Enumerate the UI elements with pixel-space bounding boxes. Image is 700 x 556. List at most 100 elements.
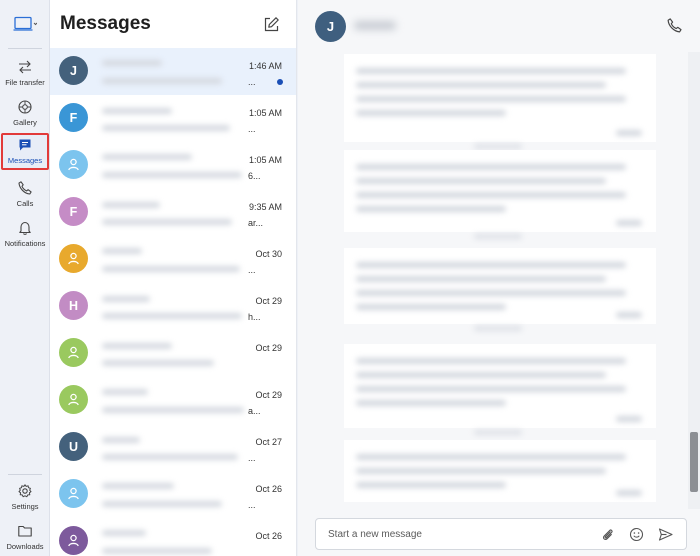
redacted-text (356, 68, 626, 74)
redacted-text (356, 386, 626, 392)
avatar (59, 479, 88, 508)
compose-icon[interactable] (263, 16, 280, 33)
person-icon (68, 487, 79, 500)
contact-preview-redacted (94, 95, 250, 142)
phone-call-icon[interactable] (666, 17, 683, 34)
redacted-text (102, 108, 172, 114)
avatar (59, 244, 88, 273)
redacted-text (356, 290, 626, 296)
redacted-text (356, 164, 626, 170)
redacted-text (356, 358, 626, 364)
conversation-item[interactable]: J 1:46 AM... (50, 48, 296, 95)
redacted-text (356, 206, 506, 212)
send-icon[interactable] (658, 527, 673, 542)
message-thread[interactable] (298, 52, 700, 509)
message-composer (315, 518, 687, 550)
nav-item-notifications[interactable]: Notifications (0, 218, 50, 258)
message-bubble[interactable] (344, 54, 656, 142)
scrollbar-track[interactable] (688, 52, 700, 509)
message-input[interactable] (316, 528, 576, 540)
conversation-snippet: a... (248, 406, 261, 416)
conversation-item[interactable]: H Oct 29 h... (50, 283, 296, 330)
avatar: J (59, 56, 88, 85)
message-bubble[interactable] (344, 440, 656, 502)
conversation-snippet: h... (248, 312, 261, 322)
bell-icon (19, 221, 31, 235)
scrollbar-thumb[interactable] (690, 432, 698, 492)
gallery-icon (18, 100, 32, 114)
conversation-item[interactable]: F 1:05 AM... (50, 95, 296, 142)
redacted-text (356, 400, 506, 406)
avatar (59, 385, 88, 414)
redacted-text (102, 266, 240, 272)
redacted-text (356, 304, 506, 310)
nav-item-calls[interactable]: Calls (0, 178, 50, 218)
conversation-item[interactable]: Oct 26 (50, 518, 296, 556)
message-bubble[interactable] (344, 150, 656, 232)
nav-item-label: Calls (16, 199, 34, 208)
redacted-text (102, 483, 174, 489)
contact-preview-redacted (94, 189, 250, 236)
attachment-icon[interactable] (600, 527, 615, 542)
conversation-item[interactable]: Oct 29 (50, 330, 296, 377)
avatar (59, 338, 88, 367)
contact-avatar[interactable]: J (315, 11, 346, 42)
redacted-timestamp (616, 416, 642, 422)
conversation-snippet: ... (248, 77, 256, 87)
folder-icon (18, 525, 32, 537)
contact-preview-redacted (94, 424, 250, 471)
contact-preview-redacted (94, 48, 250, 95)
nav-item-file-transfer[interactable]: File transfer (0, 57, 50, 97)
message-bubble[interactable] (344, 248, 656, 324)
conversation-item[interactable]: Oct 29 a... (50, 377, 296, 424)
message-bubble[interactable] (344, 344, 656, 428)
redacted-text (356, 192, 626, 198)
chat-bubble-icon (19, 139, 31, 151)
conversation-snippet: ar... (248, 218, 264, 228)
avatar (59, 150, 88, 179)
redacted-text (102, 219, 232, 225)
avatar: F (59, 103, 88, 132)
conversation-time: Oct 26 (255, 531, 282, 541)
device-selector[interactable] (0, 8, 50, 40)
nav-item-downloads[interactable]: Downloads (0, 521, 50, 556)
contact-preview-redacted (94, 283, 250, 330)
nav-item-label: Gallery (13, 118, 37, 127)
person-icon (68, 346, 79, 359)
conversation-time: Oct 29 (255, 343, 282, 353)
nav-item-messages[interactable]: Messages (1, 133, 49, 170)
conversation-item[interactable]: Oct 26... (50, 471, 296, 518)
redacted-text (102, 360, 214, 366)
arrows-swap-icon (19, 60, 31, 74)
nav-item-settings[interactable]: Settings (0, 481, 50, 521)
conversation-item[interactable]: F 9:35 AM ar... (50, 189, 296, 236)
redacted-text (356, 276, 606, 282)
rail-divider (8, 474, 42, 475)
nav-item-label: Settings (11, 502, 39, 511)
nav-item-gallery[interactable]: Gallery (0, 97, 50, 137)
contact-preview-redacted (94, 236, 250, 283)
redacted-text (102, 248, 142, 254)
redacted-text (102, 389, 148, 395)
avatar: U (59, 432, 88, 461)
conversation-time: Oct 29 (255, 390, 282, 400)
contact-preview-redacted (94, 518, 250, 556)
conversation-item[interactable]: Oct 30... (50, 236, 296, 283)
page-title: Messages (60, 13, 151, 34)
conversation-list: Messages J 1:46 AM... F 1:05 AM... 1:05 AM 6.… (50, 0, 297, 556)
contact-preview-redacted (94, 377, 250, 424)
emoji-icon[interactable] (629, 527, 644, 542)
laptop-icon (13, 16, 37, 31)
conversation-item[interactable]: U Oct 27... (50, 424, 296, 471)
redacted-text (356, 178, 606, 184)
conversation-snippet: ... (248, 124, 256, 134)
redacted-timestamp (616, 312, 642, 318)
conversation-snippet: ... (248, 453, 256, 463)
redacted-text (102, 530, 146, 536)
conversation-item[interactable]: 1:05 AM 6... (50, 142, 296, 189)
phone-icon (18, 181, 32, 195)
conversation-snippet: ... (248, 500, 256, 510)
conversation-snippet: ... (248, 265, 256, 275)
conversation-snippet: 6... (248, 171, 261, 181)
conversation-time: 9:35 AM (248, 202, 282, 212)
